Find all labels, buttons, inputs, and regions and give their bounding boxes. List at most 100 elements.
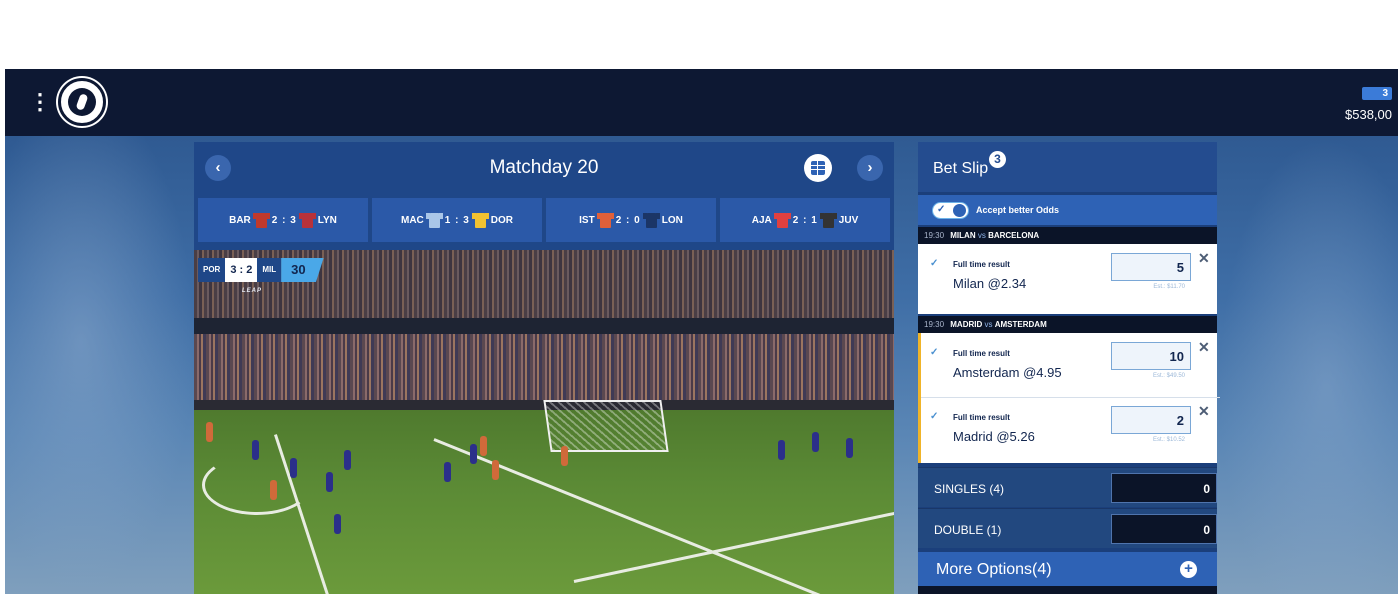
check-icon: ✓ <box>930 258 939 269</box>
bet-match-header: 19:30 MILAN vs BARCELONA <box>918 227 1217 244</box>
match-video[interactable] <box>194 250 894 594</box>
bet-item: ✓ Full time result Amsterdam @4.95 10 Es… <box>918 333 1217 397</box>
match-minute: 30 <box>281 258 324 282</box>
wallet[interactable]: 3 $538,00 <box>1345 83 1392 122</box>
live-away-team: MIL <box>257 258 282 282</box>
player <box>290 458 297 478</box>
bet-selection: Madrid @5.26 <box>953 429 1035 444</box>
logo-figure <box>75 93 89 111</box>
away-team: JUV <box>838 214 859 226</box>
backdrop-haze-left <box>5 136 195 594</box>
bet-item: ✓ Full time result Milan @2.34 5 Est.: $… <box>918 244 1217 314</box>
away-team: LON <box>661 214 683 226</box>
away-shirt-icon <box>642 212 660 228</box>
player <box>444 462 451 482</box>
results-row: BAR 2 : 3 LYN MAC 1 : 3 DOR IST 2 : 0 LO… <box>198 198 890 242</box>
bet-slip-footer <box>918 586 1217 594</box>
accept-odds-row: ✓ Accept better Odds <box>918 195 1217 225</box>
player <box>480 436 487 456</box>
close-icon[interactable]: ✕ <box>1198 250 1210 267</box>
estimated-return: Est.: $49.50 <box>1152 373 1185 379</box>
away-shirt-icon <box>298 212 316 228</box>
bet-item: ✓ Full time result Madrid @5.26 2 Est.: … <box>918 397 1217 463</box>
match-score: 2 : 0 <box>615 214 641 226</box>
close-icon[interactable]: ✕ <box>1198 339 1210 356</box>
matchday-title: Matchday 20 <box>489 157 599 178</box>
match-panel: ‹ Matchday 20 › BAR 2 : 3 LYN MAC 1 : 3 … <box>194 142 894 594</box>
bet-selection: Amsterdam @4.95 <box>953 365 1062 380</box>
result-card[interactable]: MAC 1 : 3 DOR <box>372 198 542 242</box>
match-vs: vs <box>977 231 986 240</box>
bet-group: ✓ Full time result Amsterdam @4.95 10 Es… <box>918 333 1220 463</box>
bet-count-badge: 3 <box>989 151 1006 168</box>
home-team: AJA <box>751 214 772 226</box>
double-row: DOUBLE (1) 0 <box>918 508 1217 548</box>
stadium-crowd-lower <box>194 334 894 404</box>
goal-net <box>543 400 669 452</box>
check-icon: ✓ <box>930 411 939 422</box>
result-card[interactable]: BAR 2 : 3 LYN <box>198 198 368 242</box>
live-score: 3 : 2 <box>225 258 258 282</box>
league-logo-icon[interactable] <box>58 78 106 126</box>
player <box>492 460 499 480</box>
player <box>778 440 785 460</box>
backdrop-haze-right <box>1218 136 1398 594</box>
toggle-knob <box>953 204 966 217</box>
away-shirt-icon <box>819 212 837 228</box>
top-bar: ⋮ 3 $538,00 <box>5 69 1398 136</box>
ticket-icon: 3 <box>1362 87 1392 100</box>
singles-row: SINGLES (4) 0 <box>918 467 1217 507</box>
table-grid-glyph <box>811 161 825 175</box>
logo-emblem <box>68 88 96 116</box>
estimated-return: Est.: $10.52 <box>1152 437 1185 443</box>
more-vertical-icon[interactable]: ⋮ <box>29 91 51 115</box>
close-icon[interactable]: ✕ <box>1198 403 1210 420</box>
home-team: MAC <box>400 214 424 226</box>
chevron-left-icon[interactable]: ‹ <box>205 155 231 181</box>
player <box>344 450 351 470</box>
home-shirt-icon <box>596 212 614 228</box>
match-time: 19:30 <box>924 320 945 329</box>
home-shirt-icon <box>425 212 443 228</box>
stake-input[interactable]: 5 <box>1111 253 1191 281</box>
player <box>846 438 853 458</box>
away-shirt-icon <box>471 212 489 228</box>
player <box>334 514 341 534</box>
away-team: DOR <box>490 214 514 226</box>
stadium-tier-band <box>194 318 894 334</box>
result-card[interactable]: AJA 2 : 1 JUV <box>720 198 890 242</box>
home-shirt-icon <box>773 212 791 228</box>
estimated-return: Est.: $11.70 <box>1153 284 1185 290</box>
bet-slip-title: Bet Slip <box>933 160 989 177</box>
double-stake-input[interactable]: 0 <box>1111 514 1217 544</box>
bet-selection: Milan @2.34 <box>953 276 1027 291</box>
bet-market: Full time result <box>953 349 1010 358</box>
table-icon[interactable] <box>804 154 832 182</box>
player <box>206 422 213 442</box>
matchday-header: ‹ Matchday 20 › <box>194 142 894 194</box>
home-team: BAR <box>229 214 251 226</box>
player <box>812 432 819 452</box>
result-card[interactable]: IST 2 : 0 LON <box>546 198 716 242</box>
chevron-right-icon[interactable]: › <box>857 155 883 181</box>
stake-input[interactable]: 10 <box>1111 342 1191 370</box>
match-time: 19:30 <box>924 231 945 240</box>
singles-stake-input[interactable]: 0 <box>1111 473 1217 503</box>
more-options-button[interactable]: More Options(4) + <box>918 552 1217 586</box>
player <box>326 472 333 492</box>
live-home-team: POR <box>198 258 226 282</box>
match-home: MILAN <box>950 231 976 240</box>
broadcast-tag: LEAP <box>242 288 263 294</box>
match-away: BARCELONA <box>988 231 1040 240</box>
bet-slip: Bet Slip 3 ✓ Accept better Odds 19:30 MI… <box>918 142 1220 594</box>
accept-odds-toggle[interactable]: ✓ <box>932 202 969 219</box>
plus-icon: + <box>1180 561 1197 578</box>
balance-amount: $538,00 <box>1345 107 1392 122</box>
check-icon: ✓ <box>937 204 946 215</box>
stake-input[interactable]: 2 <box>1111 406 1191 434</box>
accept-odds-label: Accept better Odds <box>976 205 1060 215</box>
singles-label: SINGLES (4) <box>934 482 1005 496</box>
match-score: 1 : 3 <box>444 214 470 226</box>
match-score: 2 : 3 <box>271 214 297 226</box>
double-label: DOUBLE (1) <box>934 523 1002 537</box>
